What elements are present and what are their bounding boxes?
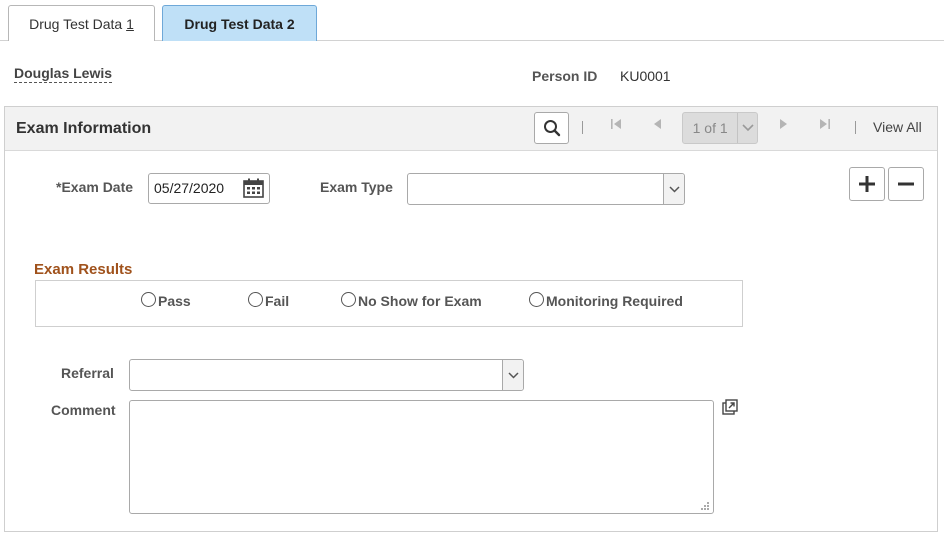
radio-pass[interactable]: Pass [141, 291, 191, 309]
exam-results-title: Exam Results [34, 261, 133, 278]
radio-label: No Show for Exam [358, 293, 482, 309]
chevron-down-icon [502, 360, 523, 390]
expand-icon[interactable] [722, 399, 738, 418]
comment-textarea[interactable] [129, 400, 714, 514]
next-icon [780, 119, 787, 129]
tab-label: Drug Test Data 2 [184, 15, 295, 32]
radio-label: Pass [158, 293, 191, 309]
radio-button[interactable] [141, 291, 156, 307]
first-page-button[interactable] [608, 118, 624, 133]
chevron-down-icon [737, 113, 757, 143]
previous-icon [654, 119, 661, 129]
radio-button[interactable] [248, 291, 263, 307]
radio-fail[interactable]: Fail [248, 291, 290, 309]
tab-label-number: 1 [126, 15, 134, 32]
person-name[interactable]: Douglas Lewis [14, 65, 113, 83]
referral-label: Referral [61, 365, 114, 381]
last-page-icon [820, 119, 830, 129]
view-all-link[interactable]: View All [873, 119, 922, 135]
tab-drug-test-data-1[interactable]: Drug Test Data 1 [8, 5, 155, 41]
exam-date-label: *Exam Date [56, 179, 134, 195]
next-button[interactable] [776, 118, 792, 133]
tab-label-prefix: Drug Test Data [29, 15, 127, 32]
add-row-icon [859, 176, 875, 192]
exam-type-value [408, 174, 420, 204]
first-page-icon [611, 119, 621, 129]
search-button[interactable] [534, 112, 569, 144]
person-id-label: Person ID [532, 68, 598, 84]
row-pager[interactable]: 1 of 1 [682, 112, 758, 144]
add-row-button[interactable] [849, 167, 885, 201]
exam-type-select[interactable] [407, 173, 685, 205]
radio-label: Fail [265, 293, 290, 309]
referral-select[interactable] [129, 359, 524, 391]
exam-type-label: Exam Type [320, 179, 393, 195]
exam-date-value: 05/27/2020 [154, 180, 225, 196]
resize-grip-icon[interactable] [698, 498, 710, 514]
radio-monitoring-required[interactable]: Monitoring Required [529, 291, 683, 309]
calendar-icon [243, 178, 264, 198]
calendar-button[interactable] [243, 178, 264, 201]
previous-button[interactable] [649, 118, 665, 133]
comment-label: Comment [51, 402, 116, 418]
delete-row-icon [898, 182, 914, 186]
search-icon [543, 120, 560, 137]
toolbar-separator [582, 121, 583, 134]
toolbar-separator [855, 121, 856, 134]
last-page-button[interactable] [817, 118, 833, 133]
radio-button[interactable] [341, 291, 356, 307]
person-id-value: KU0001 [620, 68, 671, 84]
tab-drug-test-data-2[interactable]: Drug Test Data 2 [162, 5, 317, 41]
referral-value [130, 360, 142, 390]
panel-title: Exam Information [16, 120, 152, 137]
radio-label: Monitoring Required [546, 293, 683, 309]
pager-text: 1 of 1 [692, 120, 728, 136]
radio-button[interactable] [529, 291, 544, 307]
radio-no-show[interactable]: No Show for Exam [341, 291, 482, 309]
delete-row-button[interactable] [888, 167, 924, 201]
chevron-down-icon [663, 174, 684, 204]
